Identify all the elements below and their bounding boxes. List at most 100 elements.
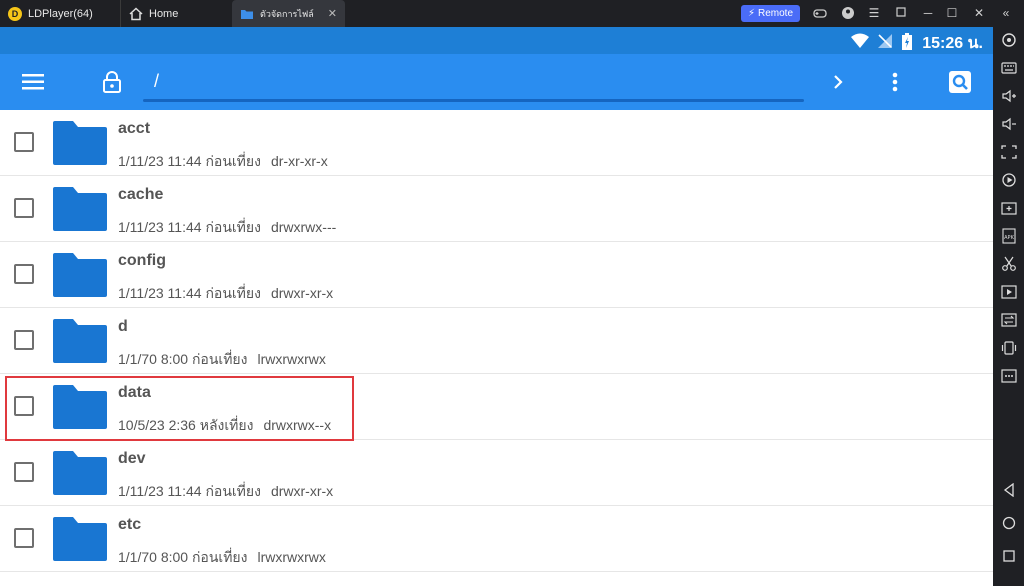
no-signal-icon: [877, 33, 893, 49]
wifi-icon: [851, 33, 869, 49]
file-meta: 1/1/70 8:00 ก่อนเที่ยง lrwxrwxrwx: [118, 349, 326, 371]
file-meta: 1/11/23 11:44 ก่อนเที่ยง drwxr-xr-x: [118, 283, 333, 305]
file-permissions: lrwxrwxrwx: [257, 351, 326, 367]
remote-button[interactable]: ⚡ Remote: [741, 5, 800, 22]
hamburger-menu-icon[interactable]: [17, 66, 49, 98]
file-meta: 1/11/23 11:44 ก่อนเที่ยง dr-xr-xr-x: [118, 151, 328, 173]
sync-icon[interactable]: [1000, 311, 1017, 328]
file-name: etc: [118, 516, 142, 533]
list-item[interactable]: data 10/5/23 2:36 หลังเที่ยง drwxrwx--x: [0, 374, 993, 440]
more-vert-icon[interactable]: [879, 66, 911, 98]
app-name: LDPlayer(64): [28, 7, 93, 20]
clock: 15:26 น.: [922, 35, 983, 52]
close-window-icon[interactable]: ✕: [971, 5, 987, 21]
list-item[interactable]: config 1/11/23 11:44 ก่อนเที่ยง drwxr-xr-x: [0, 242, 993, 308]
list-item[interactable]: dev 1/11/23 11:44 ก่อนเที่ยง drwxr-xr-x: [0, 440, 993, 506]
file-meta: 1/11/23 11:44 ก่อนเที่ยง drwxr-xr-x: [118, 481, 333, 503]
volume-up-icon[interactable]: [1000, 87, 1017, 104]
file-name: data: [118, 384, 151, 401]
status-bar: 15:26 น.: [0, 27, 993, 54]
folder-icon: [51, 383, 109, 431]
folder-icon: [51, 317, 109, 365]
tab-file-manager[interactable]: ตัวจัดการไฟล์ ✕: [232, 0, 345, 27]
fullscreen-icon[interactable]: [1000, 143, 1017, 160]
apk-install-icon[interactable]: APK: [1000, 227, 1017, 244]
file-permissions: drwxrwx--x: [263, 417, 332, 433]
path-underline: [143, 99, 804, 102]
tab-label: ตัวจัดการไฟล์: [260, 8, 314, 19]
folder-icon: [51, 185, 109, 233]
file-name: cache: [118, 186, 164, 203]
file-meta: 10/5/23 2:36 หลังเที่ยง drwxrwx--x: [118, 415, 331, 437]
add-window-icon[interactable]: [1000, 199, 1017, 216]
file-date: 1/11/23 11:44 ก่อนเที่ยง: [118, 153, 261, 169]
file-date: 1/11/23 11:44 ก่อนเที่ยง: [118, 219, 261, 235]
checkbox[interactable]: [14, 132, 34, 152]
ldplayer-logo-icon: D: [8, 6, 22, 21]
tab-home[interactable]: Home: [120, 0, 230, 27]
svg-text:APK: APK: [1004, 235, 1014, 241]
folder-icon: [51, 515, 109, 563]
file-permissions: dr-xr-xr-x: [270, 153, 328, 169]
minimize-icon[interactable]: ─: [920, 5, 936, 21]
maximize-icon[interactable]: ☐: [944, 5, 960, 21]
shake-icon[interactable]: [1000, 339, 1017, 356]
list-item[interactable]: d 1/1/70 8:00 ก่อนเที่ยง lrwxrwxrwx: [0, 308, 993, 374]
file-date: 1/11/23 11:44 ก่อนเที่ยง: [118, 285, 261, 301]
gamepad-icon[interactable]: [812, 5, 828, 21]
list-item[interactable]: etc 1/1/70 8:00 ก่อนเที่ยง lrwxrwxrwx: [0, 506, 993, 572]
play-video-icon[interactable]: [1000, 283, 1017, 300]
app-bar: /: [0, 54, 993, 110]
checkbox[interactable]: [14, 264, 34, 284]
record-icon[interactable]: [1000, 171, 1017, 188]
restore-icon[interactable]: [893, 5, 909, 21]
volume-down-icon[interactable]: [1000, 115, 1017, 132]
checkbox[interactable]: [14, 198, 34, 218]
file-permissions: lrwxrwxrwx: [257, 549, 326, 565]
file-date: 1/1/70 8:00 ก่อนเที่ยง: [118, 549, 248, 565]
checkbox[interactable]: [14, 528, 34, 548]
menu-icon[interactable]: ☰: [866, 5, 882, 21]
folder-icon: [240, 7, 254, 21]
file-permissions: drwxr-xr-x: [270, 483, 334, 499]
list-item[interactable]: acct 1/11/23 11:44 ก่อนเที่ยง dr-xr-xr-x: [0, 110, 993, 176]
checkbox[interactable]: [14, 396, 34, 416]
chevron-right-icon[interactable]: [822, 66, 854, 98]
file-permissions: drwxrwx---: [270, 219, 337, 235]
file-list: acct 1/11/23 11:44 ก่อนเที่ยง dr-xr-xr-x ca…: [0, 110, 993, 572]
file-date: 1/11/23 11:44 ก่อนเที่ยง: [118, 483, 261, 499]
more-icon[interactable]: [1000, 367, 1017, 384]
checkbox[interactable]: [14, 330, 34, 350]
back-icon[interactable]: [1000, 481, 1017, 498]
lightning-icon: ⚡: [747, 8, 755, 19]
checkbox[interactable]: [14, 462, 34, 482]
path-field[interactable]: /: [154, 71, 159, 92]
settings-icon[interactable]: [1000, 31, 1017, 48]
file-name: dev: [118, 450, 146, 467]
keyboard-icon[interactable]: [1000, 59, 1017, 76]
file-meta: 1/1/70 8:00 ก่อนเที่ยง lrwxrwxrwx: [118, 547, 326, 569]
file-name: config: [118, 252, 166, 269]
file-date: 1/1/70 8:00 ก่อนเที่ยง: [118, 351, 248, 367]
collapse-icon[interactable]: «: [998, 5, 1014, 21]
window-titlebar: D LDPlayer(64) Home ตัวจัดการไฟล์ ✕ ⚡ Re…: [0, 0, 1024, 27]
folder-icon: [51, 119, 109, 167]
file-name: acct: [118, 120, 151, 137]
home-circle-icon[interactable]: [1000, 514, 1017, 531]
tab-label: Home: [149, 7, 179, 20]
list-item[interactable]: cache 1/11/23 11:44 ก่อนเที่ยง drwxrwx---: [0, 176, 993, 242]
recent-apps-icon[interactable]: [1000, 547, 1017, 564]
android-screen: 15:26 น. / acct 1/11/23 11:44 ก่อนเที่ยง d…: [0, 27, 993, 586]
close-icon[interactable]: ✕: [328, 7, 337, 20]
scissors-icon[interactable]: [1000, 255, 1017, 272]
folder-icon: [51, 449, 109, 497]
file-date: 10/5/23 2:36 หลังเที่ยง: [118, 417, 254, 433]
user-icon[interactable]: [840, 5, 856, 21]
folder-icon: [51, 251, 109, 299]
search-icon[interactable]: [944, 66, 976, 98]
file-name: d: [118, 318, 128, 335]
battery-icon: [901, 33, 917, 50]
home-icon: [129, 6, 143, 21]
app-title-tab[interactable]: D LDPlayer(64): [0, 0, 118, 27]
lock-icon[interactable]: [96, 66, 128, 98]
